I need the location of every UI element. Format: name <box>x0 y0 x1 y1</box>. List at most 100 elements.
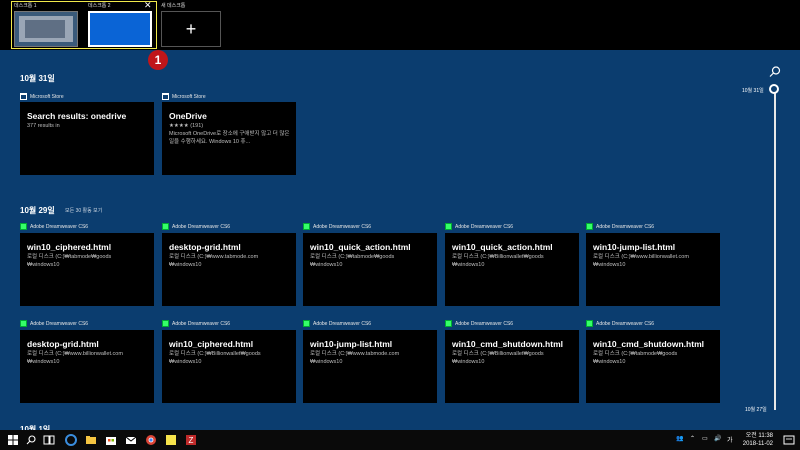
app-label: Adobe Dreamweaver CS6 <box>445 320 513 327</box>
activity-card[interactable]: win10_ciphered.html 로컬 디스크 (C:)₩tabmode₩… <box>20 233 154 306</box>
activity-card[interactable]: win10_quick_action.html 로컬 디스크 (C:)₩tabm… <box>303 233 437 306</box>
clock-date: 2018-11-02 <box>742 441 773 447</box>
app-name: Adobe Dreamweaver CS6 <box>172 223 231 230</box>
timeline-scrubber[interactable] <box>774 90 776 410</box>
chevron-up-icon[interactable]: ⌃ <box>690 435 695 442</box>
card-title: win10_quick_action.html <box>452 242 553 252</box>
app-label: Adobe Dreamweaver CS6 <box>303 223 371 230</box>
card-subtitle: 로컬 디스크 (C:)₩www.billionwallet.com ₩windo… <box>27 351 123 365</box>
clock[interactable]: 오전 11:38 2018-11-02 <box>741 432 773 448</box>
svg-text:Z: Z <box>189 436 194 445</box>
activity-card[interactable]: desktop-grid.html 로컬 디스크 (C:)₩www.tabmod… <box>162 233 296 306</box>
app-label: Adobe Dreamweaver CS6 <box>303 320 371 327</box>
new-desktop-button[interactable]: + <box>161 11 221 47</box>
store-icon <box>20 93 27 100</box>
app-label: Microsoft Store <box>20 93 64 100</box>
app-label: Microsoft Store <box>162 93 206 100</box>
sticky-notes-icon[interactable] <box>164 433 178 447</box>
activity-card[interactable]: OneDrive ★★★★ (191) Microsoft OneDrive로 … <box>162 102 296 175</box>
app-label: Adobe Dreamweaver CS6 <box>20 223 88 230</box>
app-name: Adobe Dreamweaver CS6 <box>596 320 655 327</box>
ime-icon[interactable]: 가 <box>727 435 733 444</box>
filezilla-icon[interactable]: Z <box>184 433 198 447</box>
dreamweaver-icon <box>20 320 27 327</box>
card-subtitle: 로컬 디스크 (C:)₩www.billionwallet.com ₩windo… <box>593 254 689 268</box>
card-title: win10-jump-list.html <box>310 339 393 349</box>
activity-card[interactable]: Search results: onedrive 377 results in <box>20 102 154 175</box>
card-subtitle: 로컬 디스크 (C:)₩Billionwallet₩goods ₩windows… <box>452 351 544 365</box>
dreamweaver-icon <box>586 223 593 230</box>
activity-card[interactable]: win10-jump-list.html 로컬 디스크 (C:)₩www.bil… <box>586 233 720 306</box>
taskbar: Z 👥 ⌃ ▭ 🔊 가 오전 11:38 2018-11-02 <box>0 430 800 450</box>
card-subtitle: 로컬 디스크 (C:)₩www.tabmode.com ₩windows10 <box>169 254 259 268</box>
virtual-desktops-bar: 데스크톱 1 데스크톱 2 ✕ 새 데스크톱 + <box>0 0 800 50</box>
card-subtitle: 로컬 디스크 (C:)₩tabmode₩goods ₩windows10 <box>27 254 112 268</box>
card-subtitle: 로컬 디스크 (C:)₩Billionwallet₩goods ₩windows… <box>169 351 261 365</box>
activity-card[interactable]: win10_cmd_shutdown.html 로컬 디스크 (C:)₩tabm… <box>586 330 720 403</box>
action-center-icon[interactable] <box>782 433 796 447</box>
store-icon <box>162 93 169 100</box>
chrome-icon[interactable] <box>144 433 158 447</box>
app-name: Adobe Dreamweaver CS6 <box>313 320 372 327</box>
card-title: win10_cmd_shutdown.html <box>452 339 563 349</box>
card-subtitle: 로컬 디스크 (C:)₩tabmode₩goods ₩windows10 <box>310 254 395 268</box>
people-icon[interactable]: 👥 <box>676 435 683 442</box>
date-header: 10월 31일 <box>20 74 55 83</box>
task-view-icon[interactable] <box>42 433 56 447</box>
store-icon[interactable] <box>104 433 118 447</box>
card-title: win10_quick_action.html <box>310 242 411 252</box>
dreamweaver-icon <box>162 223 169 230</box>
dreamweaver-icon <box>303 223 310 230</box>
app-label: Adobe Dreamweaver CS6 <box>586 223 654 230</box>
card-title: desktop-grid.html <box>27 339 99 349</box>
card-title: desktop-grid.html <box>169 242 241 252</box>
desktop-1-thumbnail[interactable] <box>14 11 78 47</box>
card-subtitle: 로컬 디스크 (C:)₩tabmode₩goods ₩windows10 <box>593 351 678 365</box>
search-icon[interactable] <box>24 433 38 447</box>
search-icon[interactable] <box>768 65 782 79</box>
date-header: 10월 29일 <box>20 206 55 215</box>
activity-card[interactable]: win10-jump-list.html 로컬 디스크 (C:)₩www.tab… <box>303 330 437 403</box>
card-title: win10_ciphered.html <box>27 242 112 252</box>
card-subtitle: ★★★★ (191) Microsoft OneDrive로 장소에 구애받지 … <box>169 123 290 145</box>
card-title: OneDrive <box>169 111 207 121</box>
app-label: Adobe Dreamweaver CS6 <box>586 320 654 327</box>
app-label: Adobe Dreamweaver CS6 <box>162 320 230 327</box>
close-desktop-icon[interactable]: ✕ <box>144 0 152 11</box>
app-label: Adobe Dreamweaver CS6 <box>20 320 88 327</box>
dreamweaver-icon <box>586 320 593 327</box>
timeline-knob[interactable] <box>769 84 779 94</box>
activity-card[interactable]: win10_cmd_shutdown.html 로컬 디스크 (C:)₩Bill… <box>445 330 579 403</box>
edge-icon[interactable] <box>64 433 78 447</box>
card-subtitle: 로컬 디스크 (C:)₩www.tabmode.com ₩windows10 <box>310 351 400 365</box>
app-label: Adobe Dreamweaver CS6 <box>445 223 513 230</box>
see-all-link[interactable]: 모든 30 활동 보기 <box>65 207 102 214</box>
timeline-top-label: 10월 31일 <box>742 88 764 94</box>
new-desktop[interactable]: 새 데스크톱 + <box>161 2 221 47</box>
app-name: Adobe Dreamweaver CS6 <box>455 223 514 230</box>
new-desktop-label: 새 데스크톱 <box>161 3 186 9</box>
activity-card[interactable]: desktop-grid.html 로컬 디스크 (C:)₩www.billio… <box>20 330 154 403</box>
app-name: Adobe Dreamweaver CS6 <box>596 223 655 230</box>
app-name: Adobe Dreamweaver CS6 <box>313 223 372 230</box>
card-title: win10_ciphered.html <box>169 339 254 349</box>
app-name: Adobe Dreamweaver CS6 <box>30 223 89 230</box>
mail-icon[interactable] <box>124 433 138 447</box>
desktop-2-thumbnail[interactable] <box>88 11 152 47</box>
card-title: win10_cmd_shutdown.html <box>593 339 704 349</box>
clock-time: 오전 11:38 <box>745 433 773 439</box>
network-icon[interactable]: ▭ <box>702 435 708 442</box>
dreamweaver-icon <box>303 320 310 327</box>
card-title: win10-jump-list.html <box>593 242 676 252</box>
file-explorer-icon[interactable] <box>84 433 98 447</box>
activity-card[interactable]: win10_ciphered.html 로컬 디스크 (C:)₩Billionw… <box>162 330 296 403</box>
activity-card[interactable]: win10_quick_action.html 로컬 디스크 (C:)₩Bill… <box>445 233 579 306</box>
timeline-bottom-label: 10월 27일 <box>745 407 767 413</box>
callout-badge: 1 <box>148 50 168 70</box>
app-name: Microsoft Store <box>30 93 64 100</box>
card-title: Search results: onedrive <box>27 111 127 121</box>
volume-icon[interactable]: 🔊 <box>714 435 721 442</box>
app-name: Adobe Dreamweaver CS6 <box>30 320 89 327</box>
windows-start-icon[interactable] <box>6 433 20 447</box>
card-subtitle: 377 results in <box>27 123 60 129</box>
